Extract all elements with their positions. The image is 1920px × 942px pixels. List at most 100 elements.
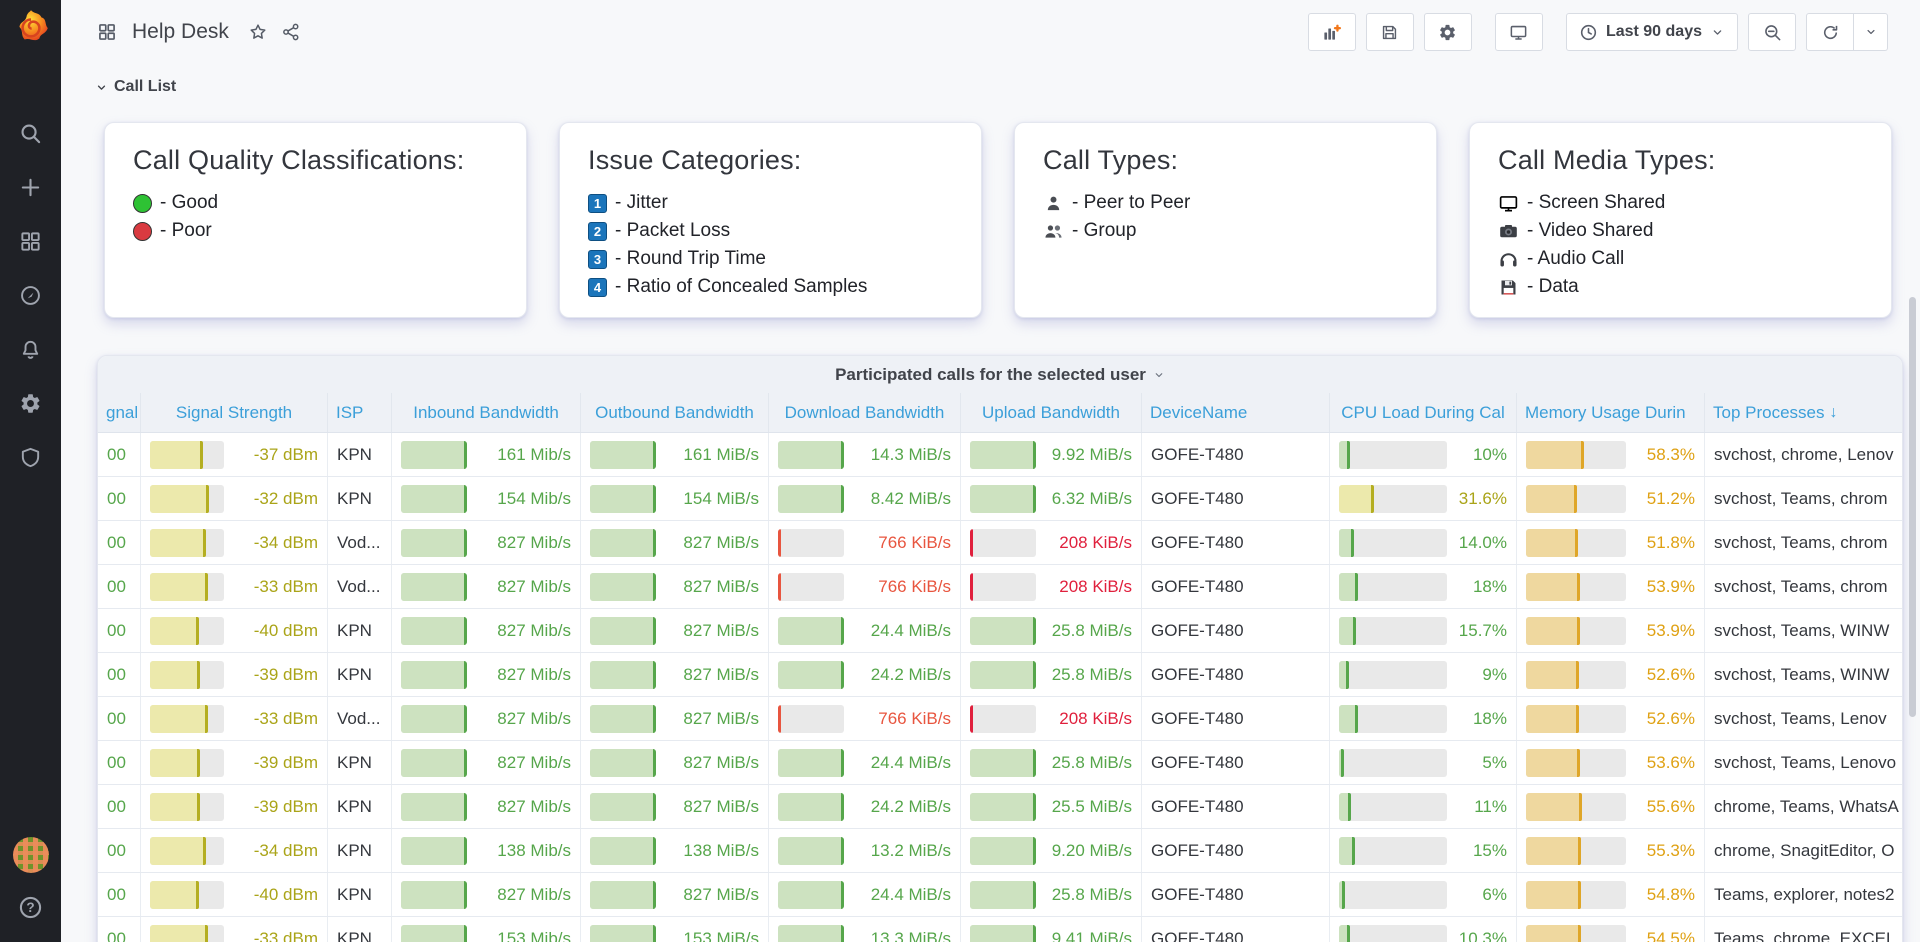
star-icon[interactable]: [248, 22, 268, 42]
column-header-5[interactable]: Download Bandwidth: [769, 393, 961, 432]
zoom-out-button[interactable]: [1748, 13, 1796, 51]
column-header-2[interactable]: ISP: [328, 393, 392, 432]
add-panel-button[interactable]: [1308, 13, 1356, 51]
dashboard-apps-icon[interactable]: [97, 22, 117, 42]
gauge-value: 827 Mib/s: [467, 621, 571, 641]
gauge-value: -39 dBm: [224, 665, 318, 685]
tv-mode-button[interactable]: [1495, 13, 1543, 51]
dashboards-grid-icon[interactable]: [19, 230, 42, 253]
gauge-bar: [401, 573, 467, 601]
column-header-8[interactable]: CPU Load During Cal: [1330, 393, 1517, 432]
alerting-bell-icon[interactable]: [19, 338, 42, 361]
clock-icon: [1579, 23, 1598, 42]
user-avatar[interactable]: [13, 837, 49, 873]
gauge-value: 827 MiB/s: [656, 577, 759, 597]
gauge-cell: 10.3%: [1330, 917, 1517, 942]
panel-menu-chevron-icon[interactable]: [1153, 369, 1165, 381]
gauge-cell: 24.4 MiB/s: [769, 609, 961, 652]
gauge-cell: 25.5 MiB/s: [961, 785, 1142, 828]
row-toggle-call-list[interactable]: Call List: [61, 78, 1920, 96]
text-cell: GOFE-T480: [1142, 521, 1330, 564]
legend-item: - Video Shared: [1498, 219, 1863, 243]
legend-panel-3: Call Media Types:- Screen Shared- Video …: [1469, 122, 1892, 318]
gauge-cell: 9%: [1330, 653, 1517, 696]
gauge-cell: -33 dBm: [141, 917, 328, 942]
gauge-bar: [778, 749, 844, 777]
text-cell: 00: [98, 917, 141, 942]
number-badge-3-icon: 3: [588, 250, 607, 269]
dashboard-settings-button[interactable]: [1424, 13, 1472, 51]
gauge-bar: [401, 617, 467, 645]
explore-compass-icon[interactable]: [19, 284, 42, 307]
gauge-bar: [1339, 529, 1447, 557]
gauge-cell: -39 dBm: [141, 785, 328, 828]
text-cell: GOFE-T480: [1142, 873, 1330, 916]
gauge-value: 138 Mib/s: [467, 841, 571, 861]
gauge-value: 827 Mib/s: [467, 709, 571, 729]
page-scrollbar-thumb[interactable]: [1909, 297, 1916, 717]
text-cell: 00: [98, 565, 141, 608]
refresh-button[interactable]: [1806, 13, 1854, 51]
text-cell: KPN: [328, 741, 392, 784]
text-cell: 00: [98, 785, 141, 828]
text-cell: 00: [98, 697, 141, 740]
legend-panels: Call Quality Classifications:- Good- Poo…: [104, 122, 1892, 318]
gauge-bar: [401, 485, 467, 513]
panel-title: Issue Categories:: [588, 145, 953, 176]
gauge-bar: [150, 837, 224, 865]
table-row: 00-37 dBmKPN161 Mib/s161 MiB/s14.3 MiB/s…: [98, 433, 1902, 477]
gauge-bar: [150, 529, 224, 557]
gauge-value: 14.3 MiB/s: [844, 445, 951, 465]
gauge-cell: -34 dBm: [141, 521, 328, 564]
gauge-cell: 52.6%: [1517, 653, 1705, 696]
column-header-3[interactable]: Inbound Bandwidth: [392, 393, 581, 432]
column-header-0[interactable]: gnal: [98, 393, 141, 432]
gauge-bar: [1526, 705, 1626, 733]
gauge-value: 138 MiB/s: [656, 841, 759, 861]
text-cell: KPN: [328, 785, 392, 828]
gauge-cell: -40 dBm: [141, 873, 328, 916]
panel-title: Call Media Types:: [1498, 145, 1863, 176]
share-icon[interactable]: [281, 22, 301, 42]
gauge-cell: 51.2%: [1517, 477, 1705, 520]
text-cell: svchost, Teams, WINW: [1705, 653, 1903, 696]
legend-panel-2: Call Types:- Peer to Peer- Group: [1014, 122, 1437, 318]
gauge-cell: 161 MiB/s: [581, 433, 769, 476]
refresh-interval-dropdown[interactable]: [1854, 13, 1888, 51]
gauge-bar: [778, 529, 844, 557]
column-header-10[interactable]: Top Processes↓: [1705, 393, 1903, 432]
gauge-value: 24.4 MiB/s: [844, 885, 951, 905]
gauge-cell: 11%: [1330, 785, 1517, 828]
configuration-gear-icon[interactable]: [19, 392, 42, 415]
column-header-9[interactable]: Memory Usage Durin: [1517, 393, 1705, 432]
help-question-icon[interactable]: [18, 895, 43, 920]
table-title: Participated calls for the selected user: [835, 365, 1146, 385]
text-cell: GOFE-T480: [1142, 829, 1330, 872]
text-cell: Vod...: [328, 697, 392, 740]
grafana-logo[interactable]: [10, 8, 52, 50]
column-header-6[interactable]: Upload Bandwidth: [961, 393, 1142, 432]
gauge-value: -39 dBm: [224, 753, 318, 773]
legend-item-label: - Round Trip Time: [615, 248, 766, 270]
gauge-cell: 31.6%: [1330, 477, 1517, 520]
search-icon[interactable]: [19, 122, 42, 145]
floppy-icon: [1498, 277, 1519, 298]
gauge-value: 13.3 MiB/s: [844, 929, 951, 942]
column-header-4[interactable]: Outbound Bandwidth: [581, 393, 769, 432]
save-dashboard-button[interactable]: [1366, 13, 1414, 51]
gauge-bar: [970, 617, 1036, 645]
gauge-value: 55.6%: [1626, 797, 1695, 817]
time-range-picker[interactable]: Last 90 days: [1566, 13, 1738, 51]
text-cell: KPN: [328, 653, 392, 696]
column-header-7[interactable]: DeviceName: [1142, 393, 1330, 432]
server-admin-shield-icon[interactable]: [19, 446, 42, 469]
text-cell: svchost, Teams, Lenovo: [1705, 741, 1903, 784]
gauge-bar: [1339, 749, 1447, 777]
column-header-1[interactable]: Signal Strength: [141, 393, 328, 432]
gauge-value: 10.3%: [1447, 929, 1507, 942]
gauge-value: 161 MiB/s: [656, 445, 759, 465]
create-plus-icon[interactable]: [19, 176, 42, 199]
number-badge-4-icon: 4: [588, 278, 607, 297]
table-header-band: Participated calls for the selected user…: [98, 356, 1902, 433]
gauge-bar: [1339, 661, 1447, 689]
